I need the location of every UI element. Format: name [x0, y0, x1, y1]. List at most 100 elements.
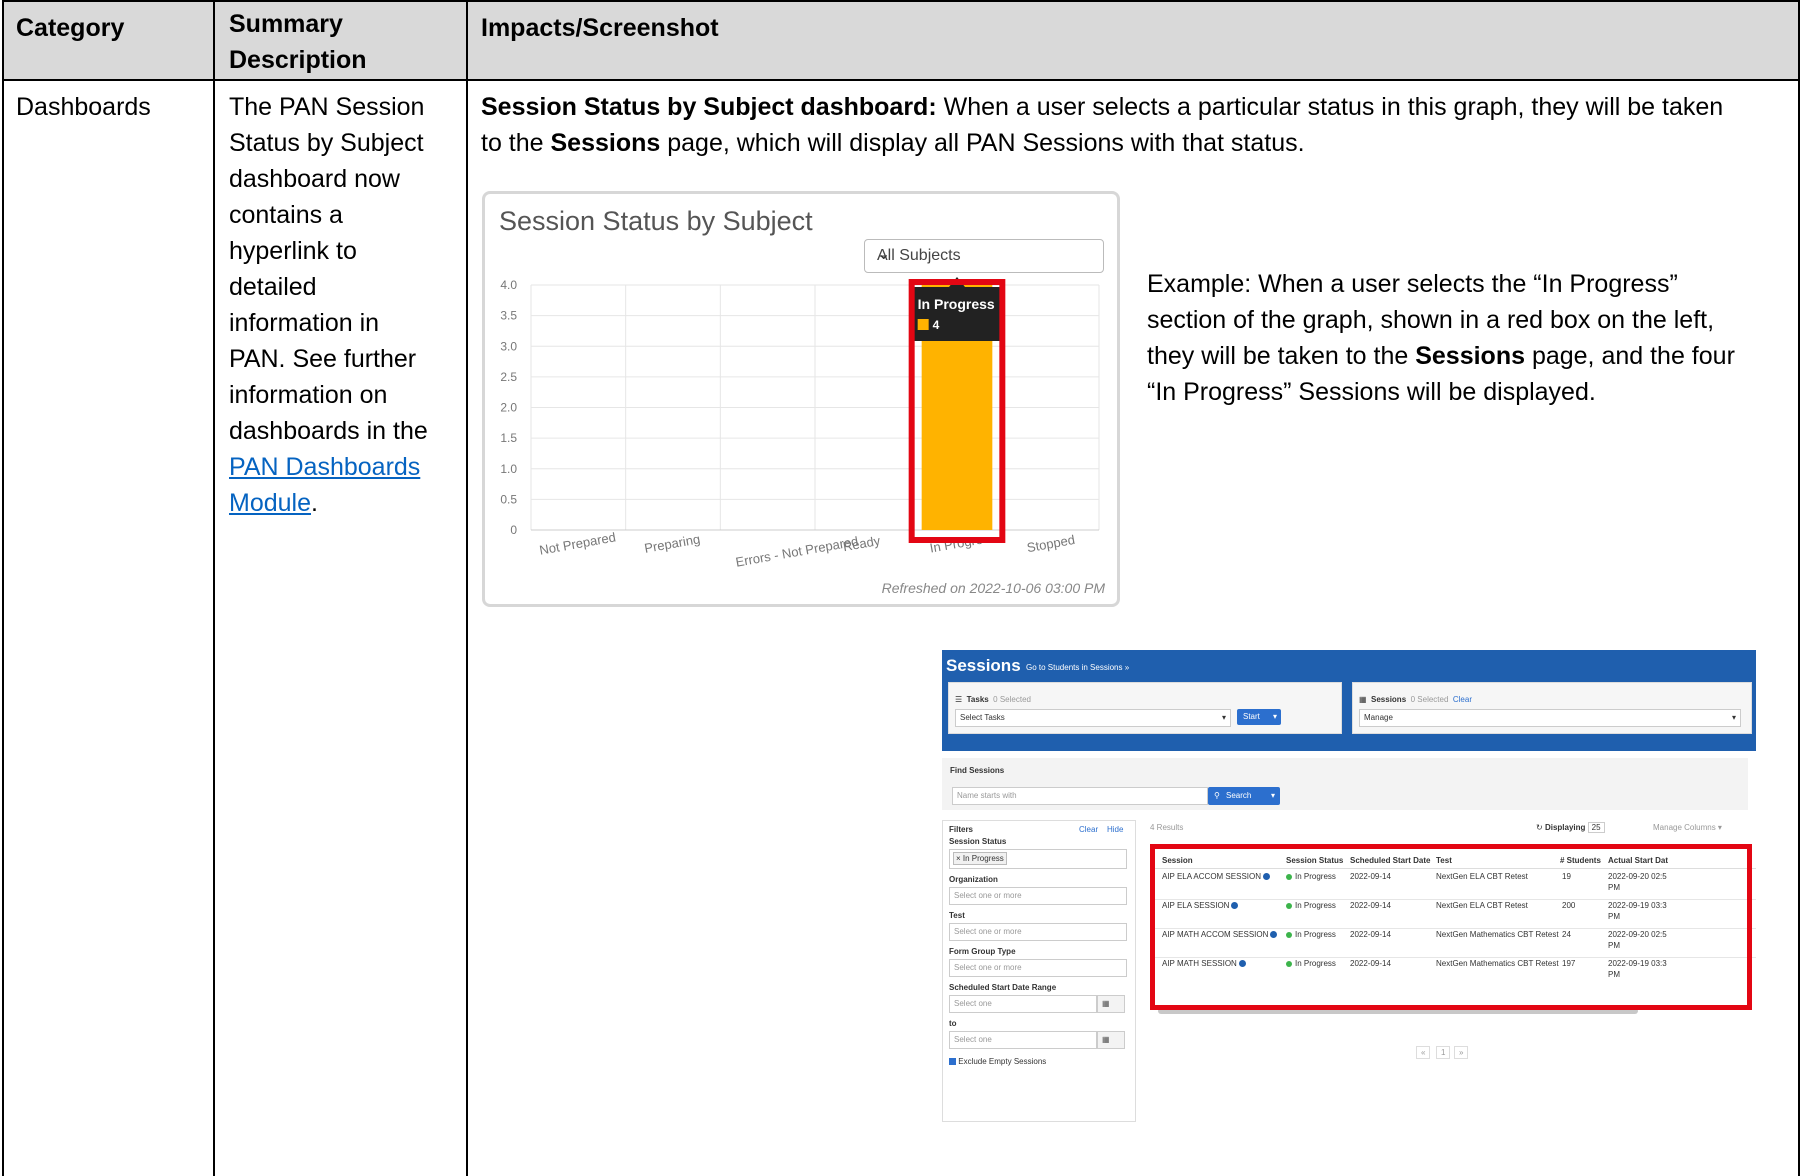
filters-clear-link[interactable]: Clear: [1079, 825, 1098, 834]
form-group-placeholder: Select one or more: [954, 963, 1022, 972]
summary-line: contains a: [229, 201, 343, 229]
filter-session-status-label: Session Status: [949, 837, 1007, 846]
manage-value: Manage: [1364, 713, 1393, 722]
session-search-input[interactable]: Name starts with: [952, 787, 1208, 805]
impact-sessions-bold: Sessions: [550, 129, 661, 157]
impact-heading: Session Status by Subject dashboard:: [481, 93, 937, 121]
search-icon: ⚲: [1214, 791, 1220, 800]
select-tasks-value: Select Tasks: [960, 713, 1005, 722]
form-group-filter[interactable]: Select one or more: [949, 959, 1127, 977]
find-sessions-panel: Find Sessions Name starts with ⚲ Search ▾: [942, 758, 1748, 810]
displaying-select[interactable]: 25: [1587, 822, 1605, 833]
tooltip-value: 4: [933, 318, 940, 332]
start-button[interactable]: Start ▾: [1237, 709, 1281, 725]
sessions-page-title: Sessions: [946, 656, 1021, 675]
goto-students-link[interactable]: Go to Students in Sessions »: [1026, 663, 1129, 672]
summary-line: PAN. See further: [229, 345, 417, 373]
summary-line: Status by Subject: [229, 129, 424, 157]
impact-text: to the: [481, 129, 551, 157]
manage-dropdown[interactable]: Manage ▾: [1359, 709, 1741, 727]
sched-to-input[interactable]: Select one: [949, 1031, 1097, 1049]
summary-line: information on: [229, 381, 388, 409]
y-tick-label: 1.0: [500, 462, 517, 476]
results-count: 4 Results: [1150, 823, 1184, 832]
y-tick-label: 1.5: [500, 431, 517, 445]
caret-down-icon: ▾: [1272, 712, 1277, 721]
pan-dashboards-module-link-cont[interactable]: Module: [229, 489, 311, 517]
refresh-icon[interactable]: ↻: [1536, 823, 1543, 832]
exclude-empty-label: Exclude Empty Sessions: [958, 1057, 1047, 1066]
y-tick-label: 2.5: [500, 370, 517, 384]
sched-from-input[interactable]: Select one: [949, 995, 1097, 1013]
organization-filter[interactable]: Select one or more: [949, 887, 1127, 905]
y-tick-label: 4.0: [500, 278, 517, 292]
filter-test-label: Test: [949, 911, 965, 920]
impact-text: page, which will display all PAN Session…: [660, 129, 1305, 157]
in-progress-filter-tag[interactable]: × In Progress: [953, 852, 1007, 865]
summary-line: hyperlink to: [229, 237, 357, 265]
filters-label: Filters: [949, 825, 974, 834]
filter-form-group-label: Form Group Type: [949, 947, 1016, 956]
sessions-manage-panel: ▦ Sessions 0 Selected Clear Manage ▾: [1352, 682, 1752, 734]
session-status-filter[interactable]: × In Progress: [949, 849, 1127, 869]
summary-period: .: [311, 489, 318, 517]
tasks-label: Tasks: [966, 695, 989, 704]
example-paragraph: Example: When a user selects the “In Pro…: [1147, 266, 1777, 410]
summary-line: dashboards in the: [229, 417, 428, 445]
pager-page[interactable]: 1: [1436, 1046, 1451, 1059]
session-status-chart-panel: Session Status by Subject All Subjects ⌄…: [482, 191, 1120, 607]
calendar-icon[interactable]: ▦: [1097, 995, 1125, 1013]
summary-line: detailed: [229, 273, 317, 301]
header-category: Category: [16, 14, 125, 42]
summary-line: The PAN Session: [229, 93, 425, 121]
pager-prev[interactable]: «: [1416, 1046, 1431, 1059]
sessions-page-screenshot: Sessions Go to Students in Sessions » ☰ …: [942, 650, 1756, 1125]
select-tasks-dropdown[interactable]: Select Tasks ▾: [955, 709, 1231, 727]
calendar-icon[interactable]: ▦: [1097, 1031, 1125, 1049]
sessions-icon: ▦: [1359, 695, 1367, 704]
y-tick-label: 0: [510, 523, 517, 537]
filters-hide-link[interactable]: Hide: [1107, 825, 1123, 834]
sessions-clear-link[interactable]: Clear: [1453, 695, 1472, 704]
summary-line: information in: [229, 309, 380, 337]
start-button-label: Start: [1243, 712, 1260, 721]
tasks-panel: ☰ Tasks 0 Selected Select Tasks ▾ Start ▾: [948, 682, 1342, 734]
y-tick-label: 3.0: [500, 339, 517, 353]
x-tick-label: Not Prepared: [538, 529, 617, 557]
search-button-label: Search: [1226, 791, 1252, 800]
category-cell: Dashboards: [16, 93, 151, 121]
pager-next[interactable]: »: [1454, 1046, 1469, 1059]
sched-to-placeholder: Select one: [954, 1035, 992, 1044]
pan-dashboards-module-link[interactable]: PAN Dashboards: [229, 453, 420, 481]
example-line: they will be taken to the: [1147, 342, 1416, 370]
filters-panel: Filters Clear Hide Session Status × In P…: [942, 820, 1136, 1122]
filter-organization-label: Organization: [949, 875, 998, 884]
y-tick-label: 3.5: [500, 309, 517, 323]
displaying-label: Displaying: [1544, 823, 1586, 832]
example-line: Example: When a user selects the “In Pro…: [1147, 270, 1678, 298]
sched-from-placeholder: Select one: [954, 999, 992, 1008]
search-placeholder: Name starts with: [957, 791, 1017, 800]
caret-down-icon: ▾: [1731, 713, 1736, 722]
search-button[interactable]: ⚲ Search ▾: [1208, 787, 1280, 805]
sessions-label: Sessions: [1371, 695, 1407, 704]
manage-columns-button[interactable]: Manage Columns ▾: [1653, 823, 1722, 832]
filter-sched-range-label: Scheduled Start Date Range: [949, 983, 1057, 992]
x-tick-label: In Progre: [929, 532, 984, 556]
tasks-icon: ☰: [955, 695, 963, 704]
example-line: “In Progress” Sessions will be displayed…: [1147, 378, 1596, 406]
chart-refreshed-text: Refreshed on 2022-10-06 03:00 PM: [881, 580, 1105, 596]
sessions-selected-count: 0 Selected: [1410, 695, 1449, 704]
x-tick-label: Stopped: [1026, 532, 1076, 555]
filter-to-label: to: [949, 1019, 957, 1028]
header-summary-line2: Description: [229, 46, 367, 74]
checkbox-checked-icon[interactable]: [949, 1058, 956, 1066]
impact-text: When a user selects a particular status …: [936, 93, 1724, 121]
tasks-selected-count: 0 Selected: [993, 695, 1031, 704]
caret-down-icon: ▾: [1221, 713, 1226, 722]
caret-down-icon: ▾: [1270, 791, 1275, 800]
impacts-cell: Session Status by Subject dashboard: Whe…: [481, 89, 1791, 161]
results-highlight-box: [1150, 844, 1752, 1010]
y-tick-label: 0.5: [500, 492, 517, 506]
test-filter[interactable]: Select one or more: [949, 923, 1127, 941]
